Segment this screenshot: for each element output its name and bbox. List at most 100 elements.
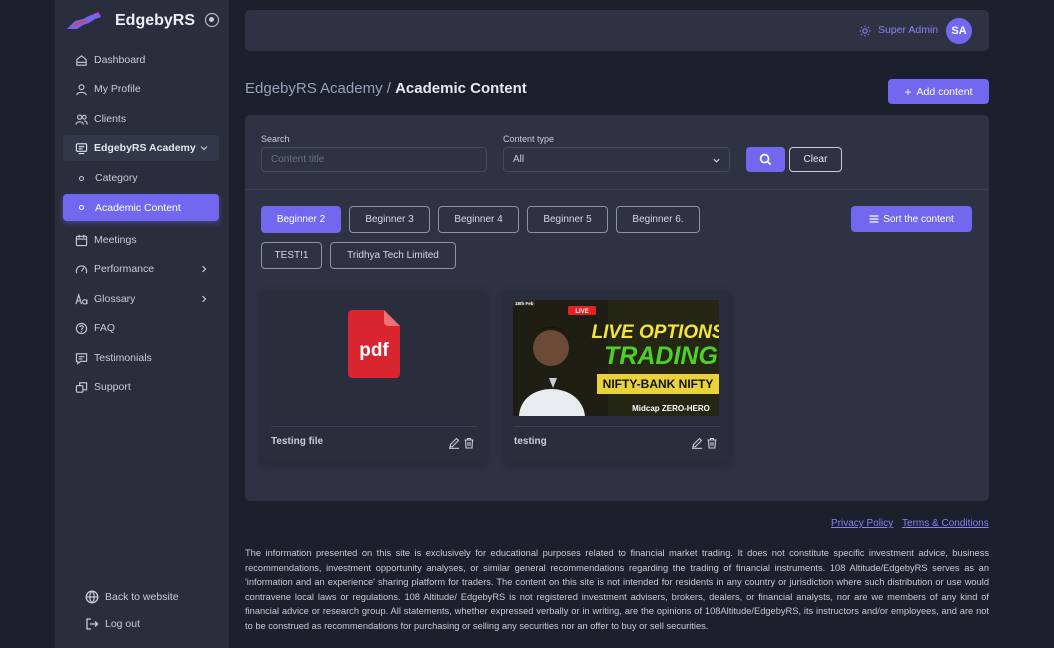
category-chip[interactable]: Tridhya Tech Limited bbox=[330, 242, 456, 269]
brand[interactable]: EdgebyRS bbox=[63, 8, 223, 36]
sidebar-item-performance[interactable]: Performance bbox=[63, 256, 219, 282]
thumbnail-midcap: Midcap ZERO-HERO bbox=[632, 404, 710, 413]
chevron-right-icon bbox=[202, 295, 207, 303]
user-name[interactable]: Super Admin bbox=[878, 24, 938, 36]
card-divider bbox=[271, 426, 477, 427]
sidebar-item-glossary[interactable]: Glossary bbox=[63, 286, 219, 312]
sidebar-item-label: Dashboard bbox=[94, 54, 146, 66]
text-icon bbox=[75, 292, 88, 306]
back-to-website-link[interactable]: Back to website bbox=[85, 587, 179, 607]
divider bbox=[245, 189, 989, 190]
sort-content-button[interactable]: Sort the content bbox=[851, 206, 972, 232]
disclaimer-text: The information presented on this site i… bbox=[245, 548, 989, 631]
card-actions bbox=[691, 437, 718, 449]
search-input[interactable]: Content title bbox=[261, 147, 487, 172]
add-content-label: Add content bbox=[916, 85, 973, 98]
content-type-label: Content type bbox=[503, 134, 555, 144]
gauge-icon bbox=[75, 263, 88, 276]
sidebar-item-faq[interactable]: FAQ bbox=[63, 315, 219, 341]
sidebar-item-support[interactable]: Support bbox=[63, 374, 219, 400]
content-type-value: All bbox=[513, 154, 525, 165]
footer-links: Privacy Policy Terms & Conditions bbox=[825, 518, 989, 529]
card-title: testing bbox=[514, 436, 547, 447]
card-title: Testing file bbox=[271, 436, 324, 447]
chevron-down-icon bbox=[713, 158, 720, 163]
category-chip[interactable]: Beginner 3 bbox=[349, 206, 430, 233]
category-chip[interactable]: Beginner 4 bbox=[438, 206, 519, 233]
users-icon bbox=[75, 113, 88, 126]
sidebar-item-label: Category bbox=[95, 172, 138, 184]
card-divider bbox=[514, 426, 720, 427]
sidebar-item-category[interactable]: Category bbox=[63, 165, 219, 191]
message-icon bbox=[75, 352, 88, 365]
sidebar-toggle-icon[interactable] bbox=[205, 13, 219, 27]
edit-icon[interactable] bbox=[691, 437, 703, 449]
avatar[interactable]: SA bbox=[946, 18, 972, 44]
top-bar: Super Admin SA bbox=[245, 10, 989, 51]
category-chip[interactable]: Beginner 5 bbox=[527, 206, 608, 233]
chevron-down-icon bbox=[200, 146, 208, 151]
home-icon bbox=[75, 54, 88, 67]
privacy-policy-link[interactable]: Privacy Policy bbox=[831, 518, 893, 529]
sidebar-item-label: Glossary bbox=[94, 293, 136, 305]
thumbnail-live-options: LIVE OPTIONS bbox=[591, 322, 719, 343]
breadcrumb-parent[interactable]: EdgebyRS Academy / bbox=[245, 80, 395, 97]
content-card[interactable]: 18th Feb LIVE LIVE OPTIONS TRADING NIFTY… bbox=[504, 290, 730, 463]
sidebar-item-label: EdgebyRS Academy bbox=[94, 142, 196, 154]
sun-icon[interactable] bbox=[859, 25, 871, 37]
plus-icon: + bbox=[904, 84, 912, 99]
trash-icon[interactable] bbox=[463, 437, 475, 449]
trash-icon[interactable] bbox=[706, 437, 718, 449]
sort-content-label: Sort the content bbox=[883, 213, 954, 225]
thumbnail-trading: TRADING bbox=[604, 342, 718, 370]
sidebar-item-label: Support bbox=[94, 381, 131, 393]
sidebar-item-label: FAQ bbox=[94, 322, 116, 334]
add-content-button[interactable]: + Add content bbox=[888, 79, 989, 104]
log-out-link[interactable]: Log out bbox=[85, 614, 140, 634]
card-actions bbox=[448, 437, 475, 449]
sidebar-item-meetings[interactable]: Meetings bbox=[63, 227, 219, 253]
log-out-label: Log out bbox=[105, 618, 141, 630]
share-icon bbox=[75, 381, 88, 394]
sidebar-item-label: Testimonials bbox=[94, 352, 152, 364]
monitor-icon bbox=[75, 142, 88, 155]
brand-name: EdgebyRS bbox=[115, 12, 196, 29]
category-chip[interactable]: TEST!1 bbox=[261, 242, 322, 269]
sidebar-item-my-profile[interactable]: My Profile bbox=[63, 76, 219, 102]
sidebar-item-label: Performance bbox=[94, 263, 155, 275]
sidebar: EdgebyRS Dashboard My Profile Clients Ed… bbox=[55, 0, 229, 648]
clear-button[interactable]: Clear bbox=[789, 147, 842, 172]
page-title: Academic Content bbox=[395, 80, 527, 97]
help-icon bbox=[75, 322, 88, 335]
thumbnail-live-badge: LIVE bbox=[575, 309, 588, 315]
sidebar-item-testimonials[interactable]: Testimonials bbox=[63, 345, 219, 371]
sidebar-item-dashboard[interactable]: Dashboard bbox=[63, 47, 219, 73]
sidebar-item-clients[interactable]: Clients bbox=[63, 106, 219, 132]
sidebar-item-academic-content[interactable]: Academic Content bbox=[63, 194, 219, 221]
pdf-file-icon: pdf bbox=[348, 310, 400, 378]
leopard-logo-icon bbox=[67, 12, 101, 29]
logout-icon bbox=[86, 618, 99, 630]
terms-link[interactable]: Terms & Conditions bbox=[902, 518, 989, 529]
edit-icon[interactable] bbox=[448, 437, 460, 449]
user-icon bbox=[75, 83, 88, 96]
content-card[interactable]: pdf Testing file bbox=[261, 290, 487, 463]
sidebar-item-label: Meetings bbox=[94, 234, 137, 246]
sidebar-item-label: Academic Content bbox=[95, 201, 181, 214]
globe-icon bbox=[85, 590, 99, 604]
content-type-select[interactable]: All bbox=[503, 147, 730, 172]
content-panel: Search Content title Content type All Cl… bbox=[245, 115, 989, 501]
search-button[interactable] bbox=[746, 147, 785, 172]
pdf-label: pdf bbox=[359, 340, 389, 361]
video-thumbnail[interactable]: 18th Feb LIVE LIVE OPTIONS TRADING NIFTY… bbox=[513, 300, 719, 416]
category-chip[interactable]: Beginner 6. bbox=[616, 206, 700, 233]
circle-icon bbox=[79, 175, 84, 181]
sidebar-item-label: My Profile bbox=[94, 83, 141, 95]
search-label: Search bbox=[261, 134, 290, 144]
circle-icon bbox=[79, 205, 84, 210]
thumbnail-nifty: NIFTY-BANK NIFTY bbox=[603, 377, 714, 391]
category-chip[interactable]: Beginner 2 bbox=[261, 206, 341, 233]
calendar-icon bbox=[75, 234, 88, 247]
menu-icon bbox=[869, 215, 879, 223]
sidebar-item-academy[interactable]: EdgebyRS Academy bbox=[63, 135, 219, 161]
